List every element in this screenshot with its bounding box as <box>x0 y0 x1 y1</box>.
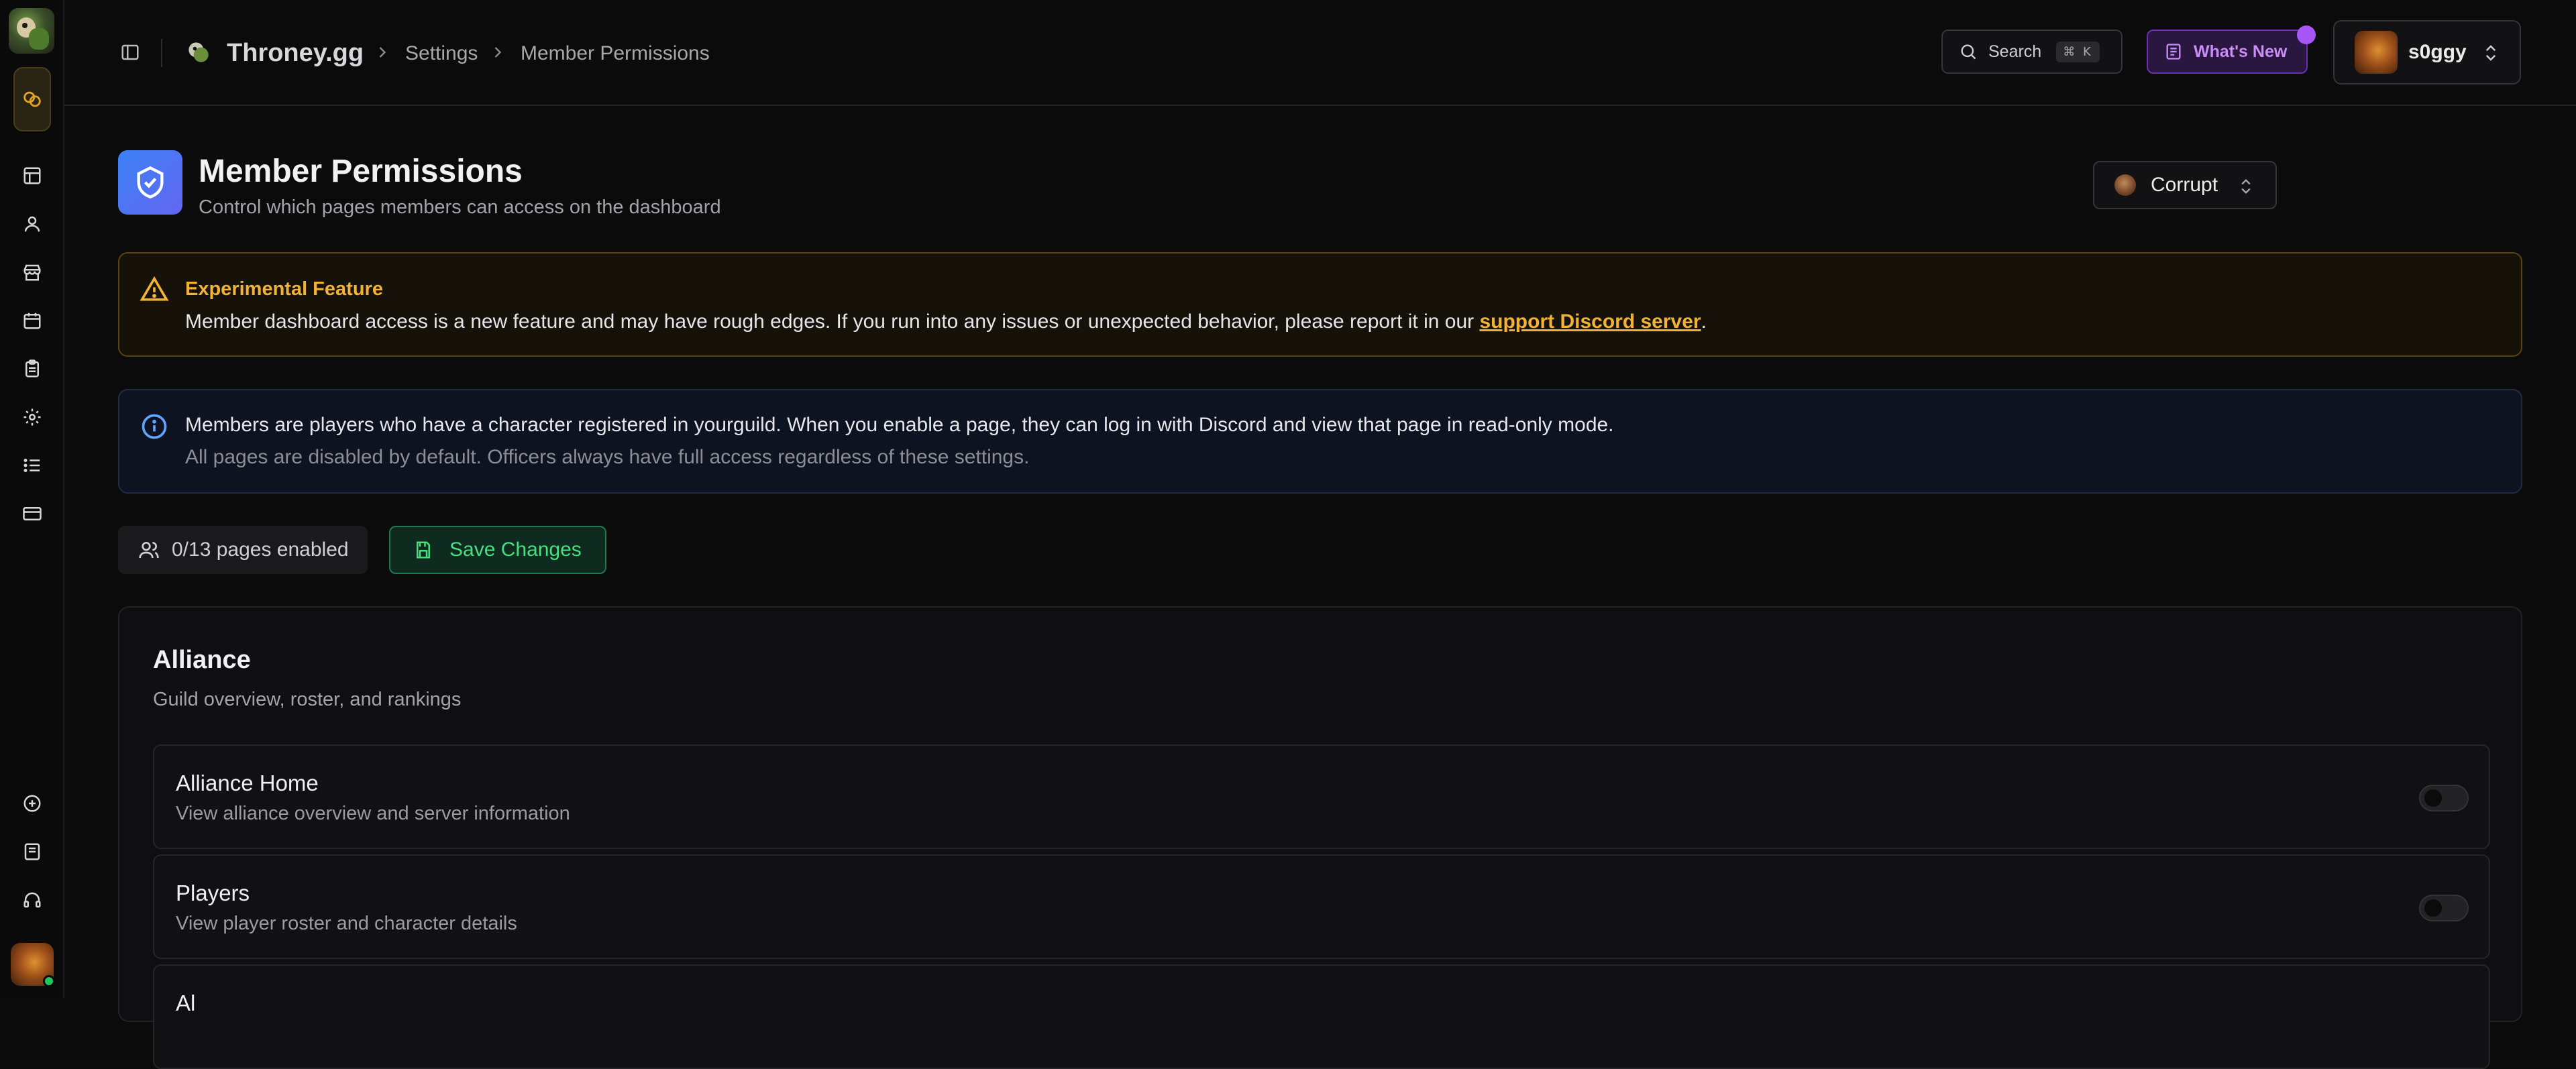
throney-mascot-logo[interactable] <box>9 8 54 54</box>
chevrons-up-down-icon <box>2485 45 2496 61</box>
sidebar-toggle-button[interactable] <box>117 39 144 66</box>
newspaper-icon <box>2166 44 2181 60</box>
search-shortcut: ⌘ K <box>2056 41 2100 62</box>
calendar-icon <box>23 313 41 329</box>
info-banner: Members are players who have a character… <box>118 389 2522 494</box>
nav-settings-button[interactable] <box>19 404 46 431</box>
icon-rail <box>0 0 64 998</box>
gear-icon <box>23 408 41 426</box>
warning-triangle-icon <box>140 276 169 301</box>
permission-row-partial: Al <box>153 964 2490 1069</box>
permission-description: View player roster and character details <box>176 913 517 934</box>
search-label: Search <box>1988 42 2042 61</box>
breadcrumb-settings[interactable]: Settings <box>405 40 478 67</box>
guild-rings-icon <box>23 91 41 107</box>
save-icon <box>417 541 430 559</box>
warning-body: Member dashboard access is a new feature… <box>185 308 1707 335</box>
username: s0ggy <box>2408 41 2467 63</box>
book-icon <box>24 843 40 860</box>
user-menu-button[interactable]: s0ggy <box>2333 20 2521 85</box>
chevrons-up-down-icon <box>2241 179 2251 194</box>
toggle-knob <box>2424 789 2442 807</box>
breadcrumb-current: Member Permissions <box>521 42 710 64</box>
support-button[interactable] <box>19 887 46 913</box>
toggle-knob <box>2424 899 2442 917</box>
whats-new-label: What's New <box>2194 42 2288 61</box>
brand-name[interactable]: Throney.gg <box>227 36 364 70</box>
permission-title: Players <box>176 881 250 905</box>
brand-mascot-icon <box>184 38 213 67</box>
avatar <box>2355 31 2398 74</box>
online-status-dot <box>43 975 55 987</box>
permission-description: View alliance overview and server inform… <box>176 803 570 824</box>
experimental-warning-banner: Experimental Feature Member dashboard ac… <box>118 252 2522 357</box>
docs-button[interactable] <box>19 838 46 865</box>
plus-circle-icon <box>23 795 41 812</box>
page-shield-icon-badge <box>118 150 182 215</box>
warning-title: Experimental Feature <box>185 278 383 300</box>
clipboard-icon <box>25 359 39 378</box>
notification-dot <box>2297 25 2316 44</box>
permission-row-players: Players View player roster and character… <box>153 854 2490 959</box>
page-subtitle: Control which pages members can access o… <box>199 196 721 218</box>
card-icon <box>23 507 42 520</box>
layout-icon <box>23 167 41 184</box>
users-icon <box>139 542 159 559</box>
info-circle-icon <box>142 414 167 439</box>
permission-title: Alliance Home <box>176 771 319 795</box>
top-bar: Throney.gg Settings Member Permissions S… <box>64 0 2576 106</box>
alliance-section: Alliance Guild overview, roster, and ran… <box>118 606 2522 1069</box>
pages-enabled-badge: 0/13 pages enabled <box>118 526 368 574</box>
pages-enabled-count: 0/13 pages enabled <box>172 539 349 561</box>
nav-calendar-button[interactable] <box>19 307 46 334</box>
section-title: Alliance <box>153 646 251 674</box>
nav-members-button[interactable] <box>19 211 46 237</box>
guild-avatar <box>2114 174 2136 196</box>
user-avatar[interactable] <box>11 943 55 987</box>
warning-text-end: . <box>1701 311 1707 333</box>
save-changes-button[interactable]: Save Changes <box>389 526 606 574</box>
guild-switcher-button[interactable] <box>13 67 51 131</box>
warning-text: Member dashboard access is a new feature… <box>185 311 1480 333</box>
info-subtext: All pages are disabled by default. Offic… <box>185 446 1030 468</box>
chevron-right-icon <box>379 47 386 58</box>
chevron-right-icon <box>494 47 502 58</box>
permission-row-alliance-home: Alliance Home View alliance overview and… <box>153 744 2490 849</box>
headset-icon <box>23 892 41 908</box>
page-title: Member Permissions <box>199 154 523 189</box>
logo-shape <box>29 28 49 50</box>
save-changes-label: Save Changes <box>449 539 582 561</box>
nav-store-button[interactable] <box>19 259 46 286</box>
sidebar-toggle-icon <box>121 44 139 60</box>
whats-new-button[interactable]: What's New <box>2147 25 2316 74</box>
search-button[interactable]: Search ⌘ K <box>1941 30 2123 74</box>
support-discord-link[interactable]: support Discord server <box>1479 311 1701 333</box>
nav-clipboard-button[interactable] <box>19 355 46 382</box>
section-subtitle: Guild overview, roster, and rankings <box>153 689 462 710</box>
list-icon <box>23 459 40 472</box>
nav-list-button[interactable] <box>19 452 46 479</box>
nav-billing-button[interactable] <box>19 500 46 527</box>
players-toggle[interactable] <box>2419 895 2469 921</box>
guild-selector[interactable]: Corrupt <box>2093 161 2277 209</box>
info-text: Members are players who have a character… <box>185 414 1614 436</box>
add-server-button[interactable] <box>19 790 46 817</box>
shield-check-icon <box>137 166 164 199</box>
store-icon <box>23 264 41 281</box>
alliance-home-toggle[interactable] <box>2419 785 2469 811</box>
logo-shape <box>22 23 28 28</box>
user-icon <box>24 216 40 232</box>
nav-dashboard-button[interactable] <box>19 162 46 189</box>
search-icon <box>1961 44 1976 60</box>
permission-title: Al <box>176 991 196 1015</box>
guild-name: Corrupt <box>2151 174 2218 196</box>
divider <box>161 39 162 67</box>
